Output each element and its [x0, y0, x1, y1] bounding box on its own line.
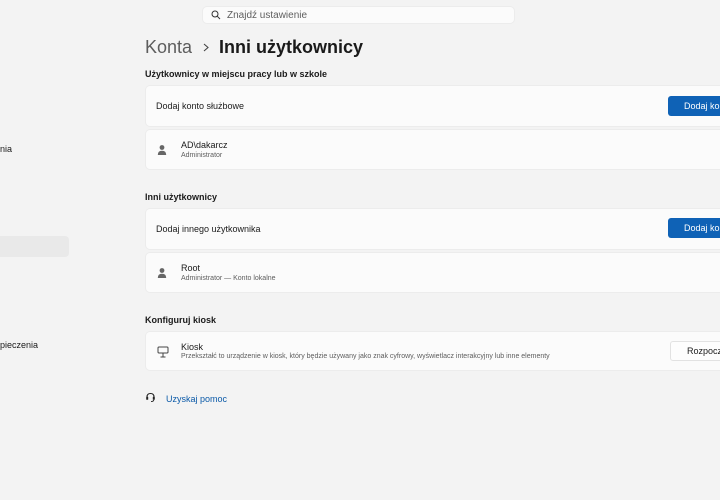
add-other-user-label: Dodaj innego użytkownika [156, 224, 261, 234]
sidebar-item-label[interactable]: nia [0, 144, 12, 154]
kiosk-icon [157, 345, 169, 363]
help-icon [145, 390, 156, 408]
person-icon [157, 266, 167, 284]
add-work-account-label: Dodaj konto służbowe [156, 101, 245, 111]
user-name: Root [181, 263, 201, 273]
sidebar-item-label[interactable]: pieczenia [0, 340, 38, 350]
help-row[interactable]: Uzyskaj pomoc [145, 392, 227, 406]
sidebar-item-accounts-selected[interactable] [0, 236, 69, 257]
chevron-right-icon [203, 43, 209, 52]
add-work-account-button[interactable]: Dodaj konto [668, 96, 720, 116]
user-name: AD\dakarcz [181, 140, 228, 150]
breadcrumb-accounts-link[interactable]: Konta [145, 37, 192, 58]
breadcrumb: Konta Inni użytkownicy [145, 34, 363, 60]
page-title: Inni użytkownicy [219, 36, 364, 57]
section-title-kiosk: Konfiguruj kiosk [145, 315, 217, 325]
person-icon [157, 143, 167, 161]
add-other-user-button[interactable]: Dodaj konto [668, 218, 720, 238]
search-icon [211, 10, 221, 20]
section-title-other-users: Inni użytkownicy [145, 192, 218, 202]
user-card-root[interactable]: Root Administrator — Konto lokalne [146, 253, 720, 292]
user-role: Administrator — Konto lokalne [181, 275, 276, 282]
kiosk-title: Kiosk [181, 342, 204, 352]
section-title-work-school: Użytkownicy w miejscu pracy lub w szkole [145, 69, 328, 79]
kiosk-card: Kiosk Przekształć to urządzenie w kiosk,… [146, 332, 720, 370]
search-box[interactable] [202, 6, 515, 24]
add-work-account-card: Dodaj konto służbowe Dodaj konto [146, 86, 720, 126]
user-role: Administrator [181, 152, 223, 159]
settings-window: nia pieczenia Konta Inni użytkownicy Uży… [0, 0, 720, 500]
start-kiosk-button[interactable]: Rozpocznij [670, 341, 720, 361]
add-other-user-card: Dodaj innego użytkownika Dodaj konto [146, 209, 720, 249]
get-help-link[interactable]: Uzyskaj pomoc [166, 394, 227, 404]
search-input[interactable] [227, 9, 497, 21]
kiosk-description: Przekształć to urządzenie w kiosk, który… [181, 353, 550, 360]
user-card-dakarcz[interactable]: AD\dakarcz Administrator [146, 130, 720, 169]
